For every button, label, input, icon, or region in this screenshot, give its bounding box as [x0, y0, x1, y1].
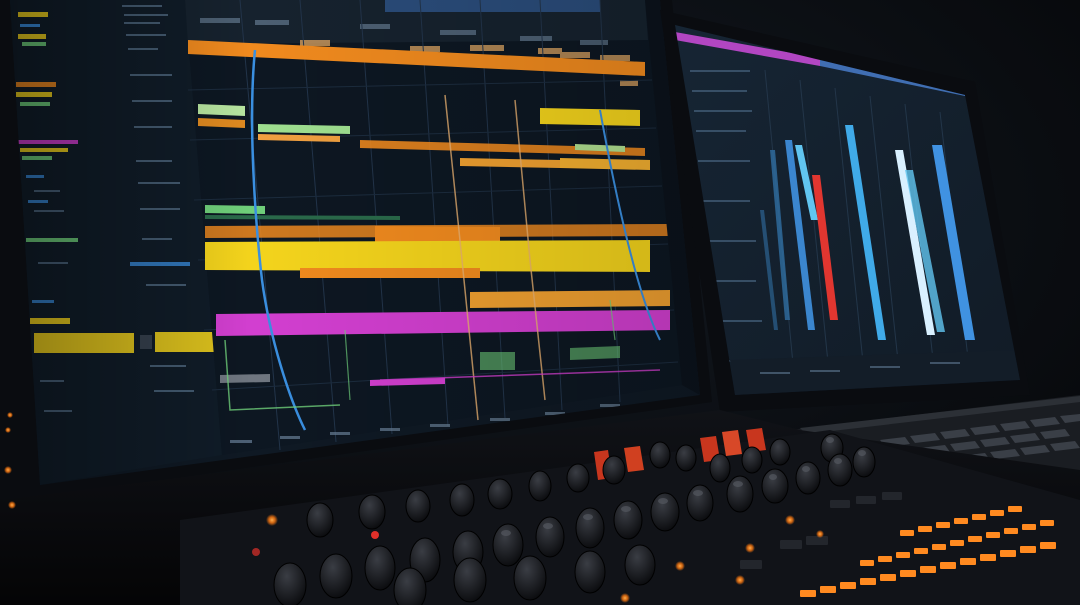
workstation-scene: [0, 0, 1080, 605]
